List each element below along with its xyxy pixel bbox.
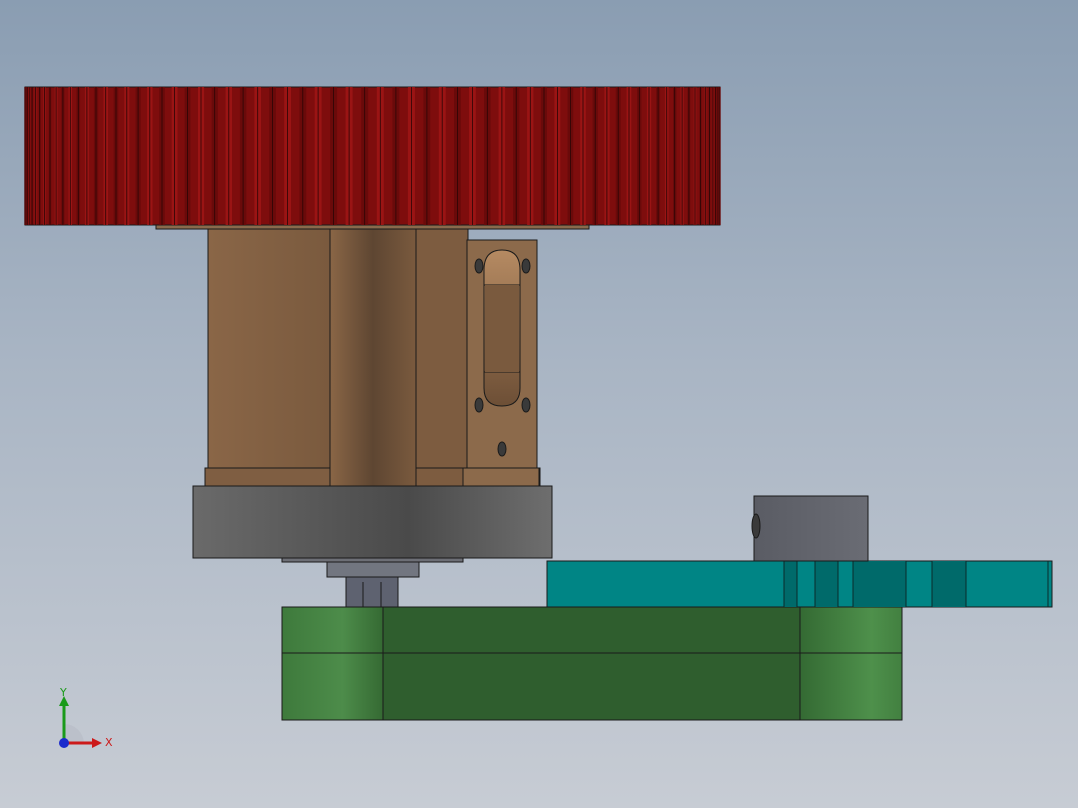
- rack-tooth: [853, 561, 906, 607]
- shaft-coupling[interactable]: [281, 557, 464, 608]
- z-axis-icon: [59, 738, 69, 748]
- rack-tooth: [784, 561, 797, 607]
- base-block[interactable]: [281, 606, 903, 721]
- bolt-hole: [474, 258, 484, 274]
- orientation-triad[interactable]: X Y: [50, 686, 120, 756]
- bolt-hole: [521, 258, 531, 274]
- bolt-hole: [474, 397, 484, 413]
- rack-clamp[interactable]: [751, 495, 869, 562]
- set-screw-hole: [751, 513, 761, 539]
- bolt-hole: [521, 397, 531, 413]
- x-arrow-icon: [92, 738, 102, 748]
- spur-gear[interactable]: [24, 86, 721, 226]
- rack-tooth: [932, 561, 966, 607]
- y-axis-label: Y: [59, 686, 67, 699]
- model-canvas[interactable]: [0, 0, 1078, 808]
- x-axis-label: X: [105, 736, 113, 749]
- bolt-hole: [497, 441, 507, 457]
- gear-rack[interactable]: [546, 560, 1053, 608]
- mounting-bracket[interactable]: [462, 239, 540, 487]
- motor-flange[interactable]: [192, 485, 553, 559]
- rack-tooth: [815, 561, 838, 607]
- 3d-viewport[interactable]: X Y: [0, 0, 1078, 808]
